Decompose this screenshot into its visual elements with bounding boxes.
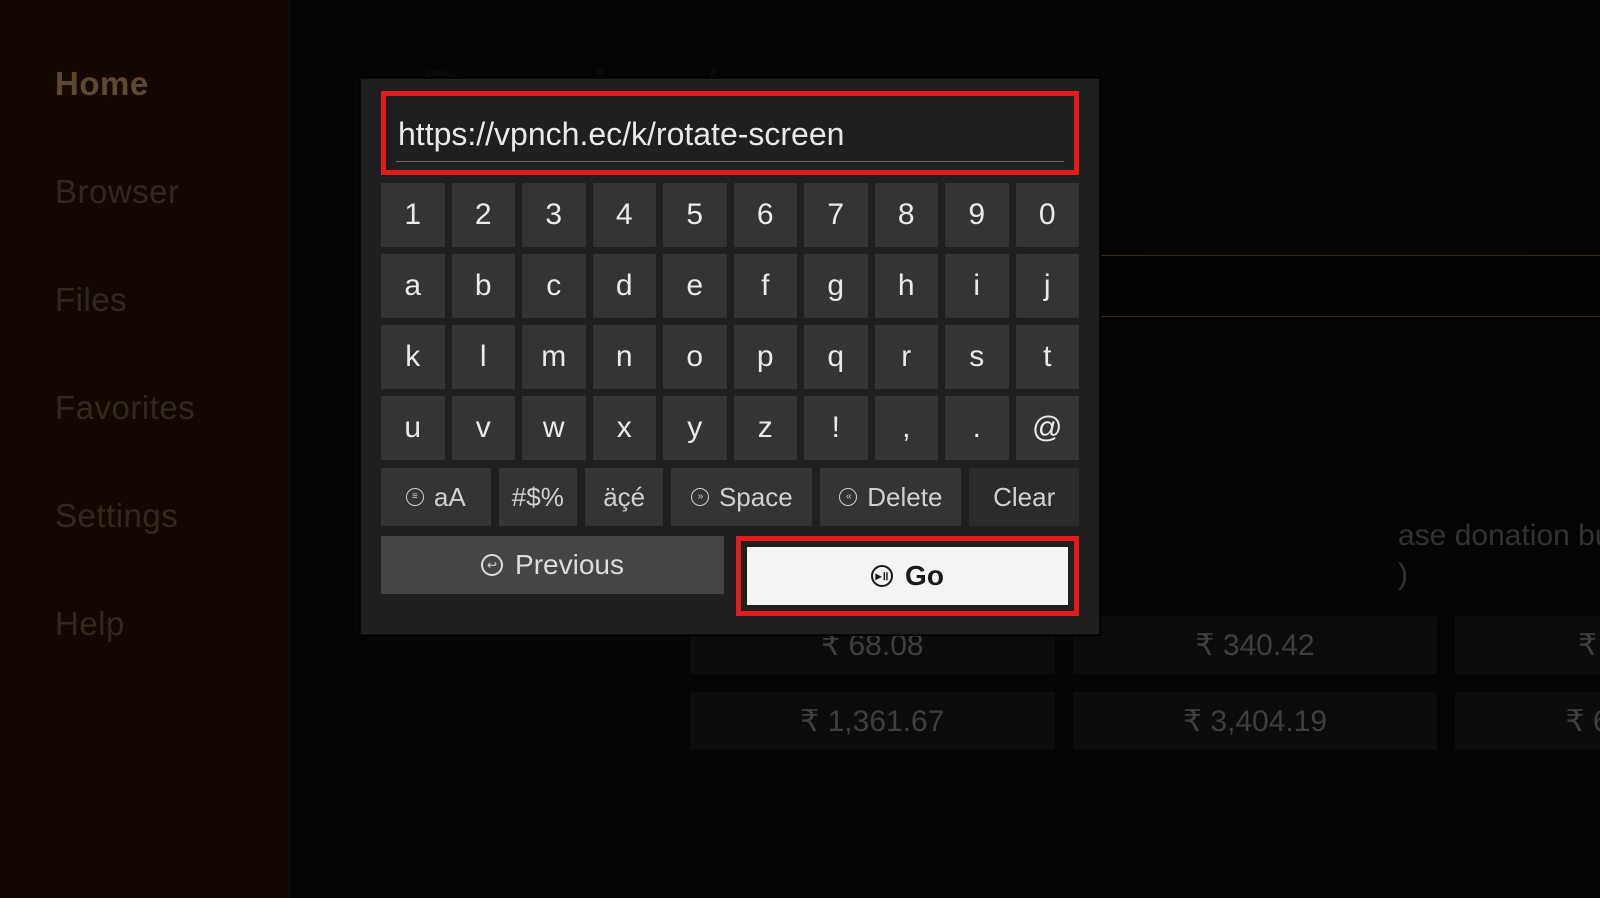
key-delete-label: Delete (867, 482, 942, 513)
key-u[interactable]: u (381, 396, 445, 460)
key-shift[interactable]: ≡ aA (381, 468, 491, 526)
key-k[interactable]: k (381, 325, 445, 389)
onscreen-keyboard-dialog: 1 2 3 4 5 6 7 8 9 0 a b c d e f g h i j … (360, 78, 1100, 635)
go-button[interactable]: ▸॥ Go (747, 547, 1068, 605)
key-a[interactable]: a (381, 254, 445, 318)
key-period[interactable]: . (945, 396, 1009, 460)
key-9[interactable]: 9 (945, 183, 1009, 247)
key-symbols-label: #$% (512, 482, 564, 513)
key-4[interactable]: 4 (593, 183, 657, 247)
key-2[interactable]: 2 (452, 183, 516, 247)
key-r[interactable]: r (875, 325, 939, 389)
key-c[interactable]: c (522, 254, 586, 318)
key-j[interactable]: j (1016, 254, 1080, 318)
key-exclaim[interactable]: ! (804, 396, 868, 460)
url-input-highlight (381, 91, 1079, 175)
key-g[interactable]: g (804, 254, 868, 318)
key-h[interactable]: h (875, 254, 939, 318)
fast-forward-icon: ›› (691, 488, 709, 506)
key-y[interactable]: y (663, 396, 727, 460)
key-w[interactable]: w (522, 396, 586, 460)
back-icon: ↩ (481, 554, 503, 576)
key-b[interactable]: b (452, 254, 516, 318)
key-i[interactable]: i (945, 254, 1009, 318)
key-q[interactable]: q (804, 325, 868, 389)
key-at[interactable]: @ (1016, 396, 1080, 460)
key-5[interactable]: 5 (663, 183, 727, 247)
key-clear-label: Clear (993, 482, 1055, 513)
key-delete[interactable]: ‹‹ Delete (820, 468, 961, 526)
key-shift-label: aA (434, 482, 466, 513)
key-7[interactable]: 7 (804, 183, 868, 247)
go-button-highlight: ▸॥ Go (736, 536, 1079, 616)
key-8[interactable]: 8 (875, 183, 939, 247)
previous-button[interactable]: ↩ Previous (381, 536, 724, 594)
key-space[interactable]: ›› Space (671, 468, 812, 526)
key-n[interactable]: n (593, 325, 657, 389)
keyboard-grid: 1 2 3 4 5 6 7 8 9 0 a b c d e f g h i j … (381, 183, 1079, 460)
key-accents-label: äçé (603, 482, 645, 513)
key-m[interactable]: m (522, 325, 586, 389)
key-v[interactable]: v (452, 396, 516, 460)
go-label: Go (905, 560, 944, 592)
key-l[interactable]: l (452, 325, 516, 389)
key-clear[interactable]: Clear (969, 468, 1079, 526)
key-f[interactable]: f (734, 254, 798, 318)
key-s[interactable]: s (945, 325, 1009, 389)
key-symbols[interactable]: #$% (499, 468, 577, 526)
keyboard-nav-row: ↩ Previous ▸॥ Go (381, 536, 1079, 616)
key-comma[interactable]: , (875, 396, 939, 460)
key-z[interactable]: z (734, 396, 798, 460)
key-6[interactable]: 6 (734, 183, 798, 247)
key-3[interactable]: 3 (522, 183, 586, 247)
key-x[interactable]: x (593, 396, 657, 460)
key-1[interactable]: 1 (381, 183, 445, 247)
key-space-label: Space (719, 482, 793, 513)
play-pause-icon: ▸॥ (871, 565, 893, 587)
keyboard-function-row: ≡ aA #$% äçé ›› Space ‹‹ Delete Clear (381, 468, 1079, 526)
rewind-icon: ‹‹ (839, 488, 857, 506)
key-accents[interactable]: äçé (585, 468, 663, 526)
url-input[interactable] (396, 110, 1064, 162)
key-p[interactable]: p (734, 325, 798, 389)
key-e[interactable]: e (663, 254, 727, 318)
key-0[interactable]: 0 (1016, 183, 1080, 247)
key-o[interactable]: o (663, 325, 727, 389)
key-d[interactable]: d (593, 254, 657, 318)
previous-label: Previous (515, 549, 624, 581)
key-t[interactable]: t (1016, 325, 1080, 389)
list-icon: ≡ (406, 488, 424, 506)
